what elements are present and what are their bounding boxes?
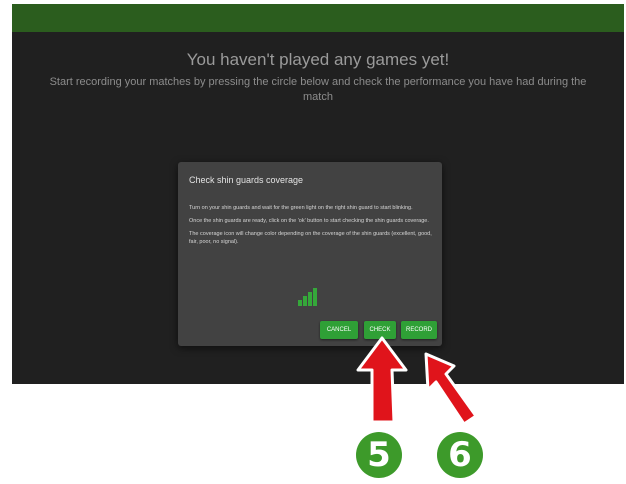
cancel-button[interactable]: CANCEL [320, 321, 358, 339]
arrow-to-check-icon [356, 336, 408, 424]
empty-state-subtitle: Start recording your matches by pressing… [49, 76, 587, 103]
arrow-to-record-icon [424, 352, 478, 426]
signal-bar-2 [303, 296, 307, 306]
dialog-title: Check shin guards coverage [189, 175, 304, 185]
step-marker-5: 5 [356, 432, 402, 478]
dialog-body: Turn on your shin guards and wait for th… [189, 204, 433, 251]
step-marker-6: 6 [437, 432, 483, 478]
top-bar [12, 4, 624, 32]
signal-bars-icon [298, 286, 324, 306]
dialog-paragraph-1: Turn on your shin guards and wait for th… [189, 205, 413, 211]
coverage-dialog: Check shin guards coverage Turn on your … [178, 162, 442, 346]
dialog-paragraph-2: Once the shin guards are ready, click on… [189, 218, 429, 224]
empty-state-title: You haven't played any games yet! [186, 50, 450, 69]
dialog-paragraph-3: The coverage icon will change color depe… [189, 231, 432, 245]
signal-bar-1 [298, 300, 302, 306]
signal-bar-3 [308, 292, 312, 306]
signal-bar-4 [313, 288, 317, 306]
app-window: You haven't played any games yet! Start … [12, 4, 624, 384]
